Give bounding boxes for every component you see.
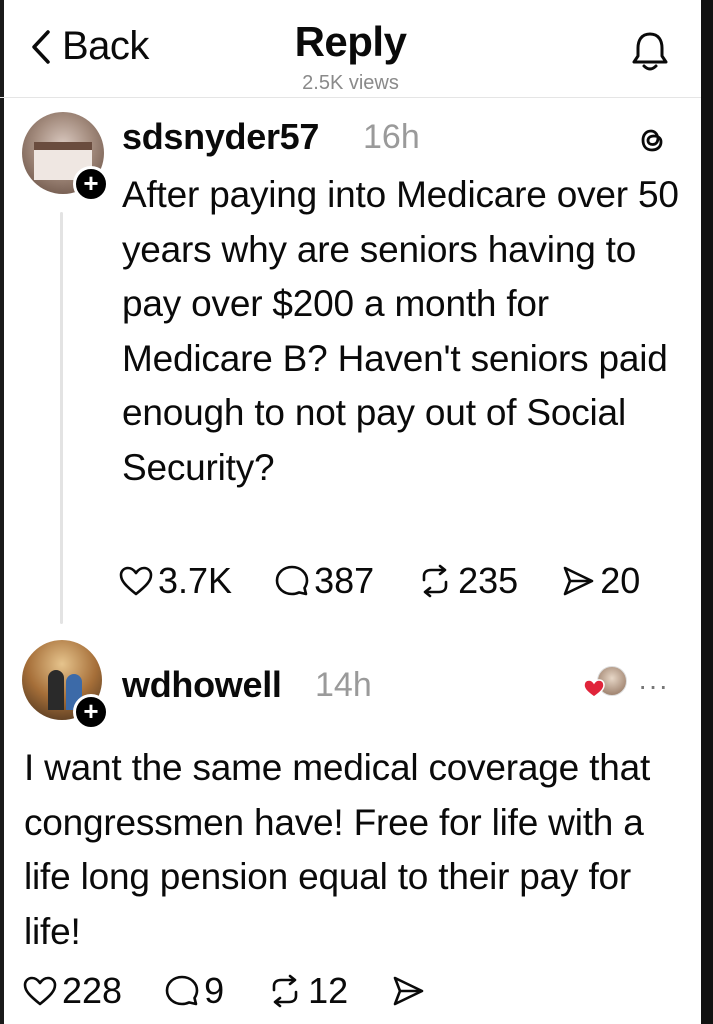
reply-username[interactable]: wdhowell: [122, 664, 282, 706]
share-button[interactable]: 20: [560, 560, 640, 602]
share-count: 20: [600, 560, 641, 601]
thread-line: [60, 212, 63, 624]
view-count: 2.5K views: [302, 72, 399, 94]
send-icon: [563, 566, 594, 596]
left-edge: [0, 0, 4, 1024]
post-timestamp: 16h: [363, 118, 420, 156]
notification-bell-button[interactable]: [630, 30, 670, 79]
reply-button[interactable]: 387: [274, 560, 374, 602]
repost-button[interactable]: 12: [266, 970, 348, 1012]
heart-filled-icon: [583, 679, 605, 698]
reply-actions: 228 9 12: [22, 970, 426, 1012]
like-button[interactable]: 228: [22, 970, 122, 1012]
follow-plus-button[interactable]: +: [73, 694, 109, 730]
right-edge: [701, 0, 713, 1024]
reply-count: 9: [204, 970, 225, 1011]
repost-count: 235: [458, 560, 519, 601]
liked-by-author-badge: [583, 664, 627, 700]
bell-icon: [632, 32, 668, 71]
like-count: 228: [62, 970, 123, 1011]
reply-count: 387: [314, 560, 375, 601]
more-options-button[interactable]: ···: [638, 670, 669, 702]
like-count: 3.7K: [158, 560, 233, 601]
comment-icon: [275, 565, 309, 596]
like-button[interactable]: 3.7K: [118, 560, 232, 602]
post-text: After paying into Medicare over 50 years…: [122, 174, 679, 488]
reply-timestamp: 14h: [315, 666, 372, 704]
person-figure: [48, 670, 64, 710]
reply-button[interactable]: 9: [164, 970, 224, 1012]
post-username[interactable]: sdsnyder57: [122, 116, 319, 158]
repost-icon: [422, 564, 448, 598]
post-actions: 3.7K 387 235 20: [118, 560, 640, 602]
top-bar: Back Reply 2.5K views: [0, 0, 701, 98]
follow-plus-button[interactable]: +: [73, 166, 109, 202]
comment-icon: [165, 975, 199, 1006]
repost-count: 12: [308, 970, 349, 1011]
share-button[interactable]: [390, 974, 426, 1008]
reply-text: I want the same medical coverage that co…: [24, 747, 651, 952]
send-icon: [393, 976, 424, 1006]
heart-icon: [23, 976, 57, 1006]
repost-button[interactable]: 235: [416, 560, 518, 602]
heart-icon: [119, 566, 153, 596]
threads-icon: [636, 124, 668, 161]
page-title: Reply: [294, 18, 407, 65]
repost-icon: [272, 974, 298, 1008]
